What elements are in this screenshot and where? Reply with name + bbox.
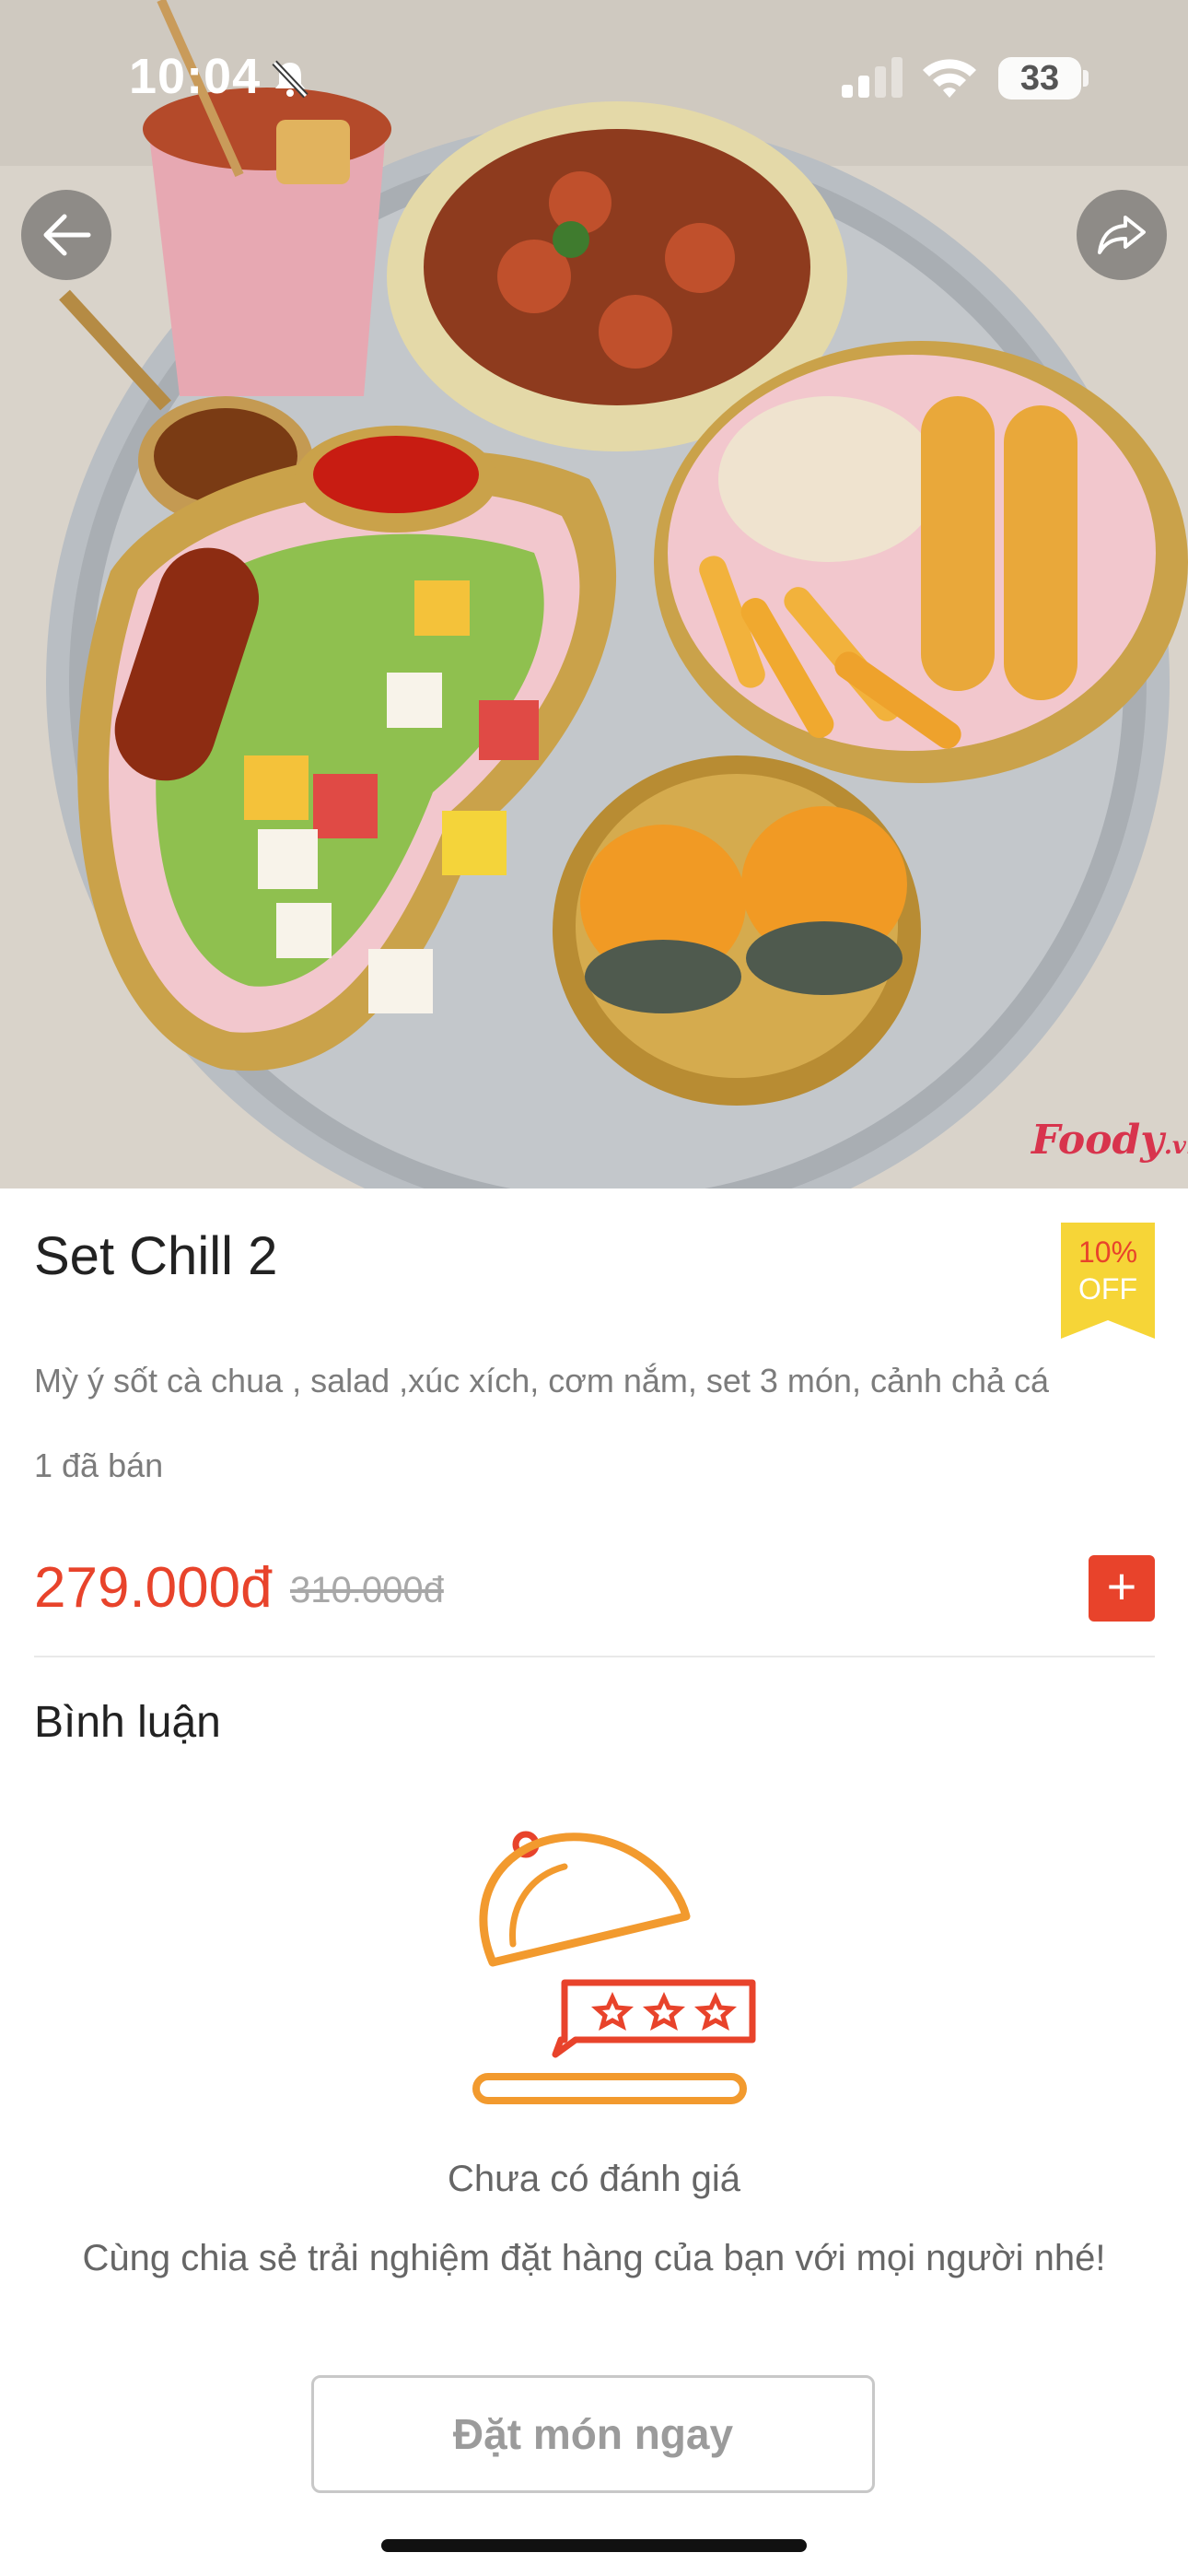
status-time: 10:04 [129,49,262,104]
empty-reviews-cloche-icon [472,1831,756,2104]
original-price: 310.000đ [290,1570,444,1610]
battery-tip [1083,70,1089,87]
home-indicator[interactable] [381,2539,807,2552]
share-icon [1098,216,1146,254]
divider [34,1656,1155,1657]
foody-watermark: Foody.vn [1031,1117,1188,1164]
bell-slash-icon [272,60,309,99]
arrow-left-icon [43,214,91,256]
food-photo-illustration [0,0,1188,1188]
battery-icon: 33 [998,57,1081,100]
sold-count: 1 đã bán [34,1446,164,1484]
share-button[interactable] [1077,190,1167,280]
plus-icon: + [1106,1557,1137,1615]
current-price: 279.000đ [34,1556,273,1620]
product-photo [0,0,1188,1188]
discount-percent: 10% [1077,1235,1138,1269]
reviews-section-title: Bình luận [34,1698,221,1747]
discount-badge: 10% OFF [1061,1223,1155,1339]
empty-reviews-message: Cùng chia sẻ trải nghiệm đặt hàng của bạ… [82,2238,1106,2278]
discount-label: OFF [1078,1272,1137,1306]
order-now-label: Đặt món ngay [452,2410,734,2458]
order-now-button[interactable]: Đặt món ngay [311,2375,875,2493]
empty-reviews-title: Chưa có đánh giá [447,2159,741,2199]
product-title: Set Chill 2 [34,1226,278,1286]
wifi-icon [923,59,976,98]
add-to-cart-button[interactable]: + [1089,1555,1155,1622]
status-bar: 10:04 33 [0,0,1188,157]
back-button[interactable] [21,190,111,280]
product-description: Mỳ ý sốt cà chua , salad ,xúc xích, cơm … [34,1362,1050,1399]
cellular-signal-icon [842,57,903,98]
